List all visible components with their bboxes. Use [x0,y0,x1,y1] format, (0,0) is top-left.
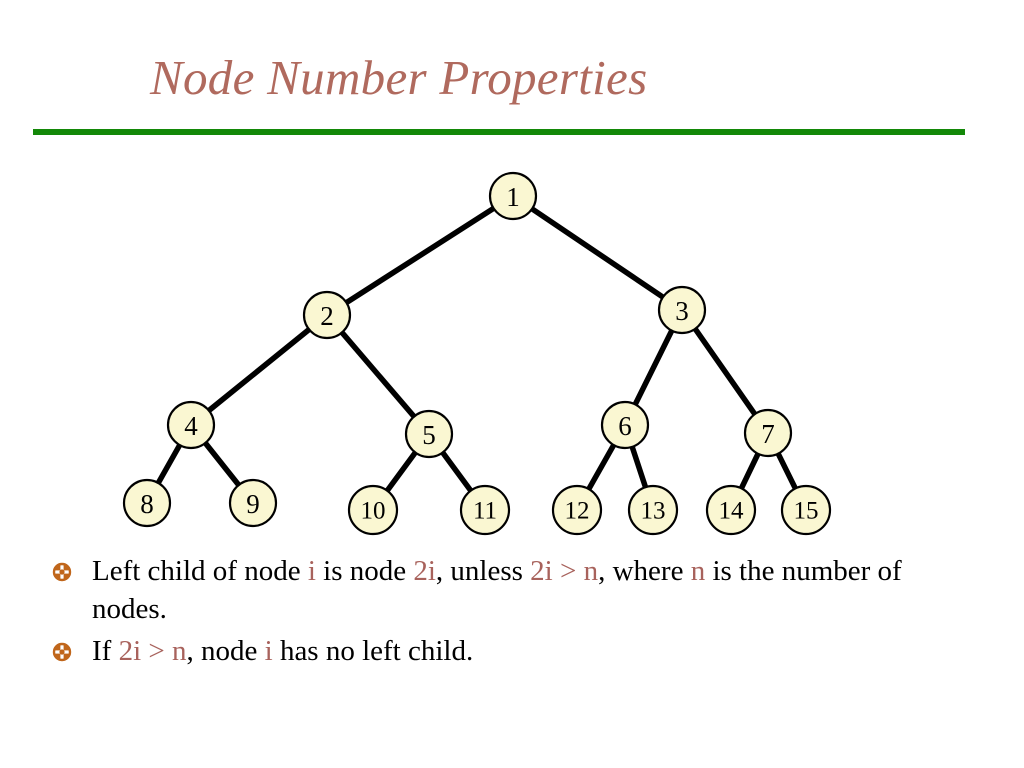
binary-tree-diagram: 1 2 3 4 5 6 7 8 9 10 11 12 13 14 15 [0,155,1024,550]
compass-rose-bullet-icon [52,632,92,662]
tree-node-4[interactable]: 4 [166,400,216,450]
tree-node-label-4: 4 [184,411,198,441]
tree-node-label-5: 5 [422,420,436,450]
tree-edge-7-15 [773,447,800,495]
tree-node-13[interactable]: 13 [627,484,679,536]
tree-node-label-2: 2 [320,301,334,331]
tree-edge-6-12 [584,438,619,496]
tree-edge-group [153,203,800,497]
title-underline-rule [33,129,965,135]
bullet-text-segment: , node [186,635,265,667]
tree-node-9[interactable]: 9 [228,478,278,528]
bullet-text-segment: , where [598,555,691,587]
tree-node-14[interactable]: 14 [705,484,757,536]
tree-edge-1-2 [340,203,500,308]
tree-node-label-11: 11 [473,498,497,525]
tree-node-label-15: 15 [794,498,819,525]
tree-node-3[interactable]: 3 [657,285,707,335]
bullet-variable-token: n [690,555,706,587]
tree-node-group: 12 34 5 6 78 9 10 11 12 13 14 15 [122,171,832,536]
bullet-variable-token: > [552,555,584,587]
bullet-item: If 2i > n, node i has no left child. [52,632,982,670]
tree-edge-3-7 [690,322,760,421]
tree-node-6[interactable]: 6 [600,400,650,450]
tree-node-label-3: 3 [675,296,689,326]
tree-edge-6-13 [628,440,650,494]
page-title: Node Number Properties [150,50,648,105]
bullet-text: Left child of node i is node 2i, unless … [92,552,982,628]
bullet-variable-token: n [172,635,187,667]
tree-node-label-13: 13 [641,498,666,525]
bullet-variable-token: i [264,635,273,667]
tree-node-label-14: 14 [719,498,745,525]
tree-node-10[interactable]: 10 [347,484,399,536]
bullet-text-segment: has no left child. [272,635,474,667]
binary-tree-svg: 12 34 5 6 78 9 10 11 12 13 14 15 [122,171,832,536]
bullet-item: Left child of node i is node 2i, unless … [52,552,982,628]
bullet-variable-token: i [307,555,316,587]
bullet-list: Left child of node i is node 2i, unless … [52,552,982,674]
tree-edge-4-8 [153,438,185,490]
tree-node-8[interactable]: 8 [122,478,172,528]
tree-node-label-1: 1 [506,182,520,212]
bullet-variable-token: 2i [530,555,553,587]
bullet-text-segment: is node [315,555,414,587]
tree-node-label-9: 9 [246,489,260,519]
tree-edge-5-11 [437,446,476,497]
tree-edge-3-6 [630,324,677,411]
tree-node-label-12: 12 [565,498,590,525]
tree-edge-7-14 [736,447,763,495]
tree-node-label-6: 6 [618,411,632,441]
bullet-variable-token: 2i [413,555,436,587]
bullet-text-segment: If [92,635,119,667]
compass-rose-bullet-icon [52,552,92,582]
tree-edge-5-10 [382,446,421,497]
bullet-variable-token: 2i [118,635,142,667]
tree-node-5[interactable]: 5 [404,409,454,459]
tree-node-2[interactable]: 2 [302,290,352,340]
tree-node-11[interactable]: 11 [459,484,511,536]
tree-node-1[interactable]: 1 [488,171,538,221]
tree-node-label-8: 8 [140,489,154,519]
bullet-text-segment: , unless [435,555,531,587]
bullet-variable-token: n [583,555,599,587]
tree-edge-2-5 [336,326,420,423]
tree-node-7[interactable]: 7 [743,408,793,458]
tree-node-label-10: 10 [361,498,386,525]
bullet-text-segment: Left child of node [92,555,308,587]
tree-edge-2-4 [203,324,315,416]
tree-node-12[interactable]: 12 [551,484,603,536]
tree-edge-4-9 [200,437,244,491]
bullet-text: If 2i > n, node i has no left child. [92,632,982,670]
tree-edge-1-3 [526,203,669,303]
bullet-variable-token: > [141,635,172,667]
tree-node-15[interactable]: 15 [780,484,832,536]
tree-node-label-7: 7 [761,419,775,449]
